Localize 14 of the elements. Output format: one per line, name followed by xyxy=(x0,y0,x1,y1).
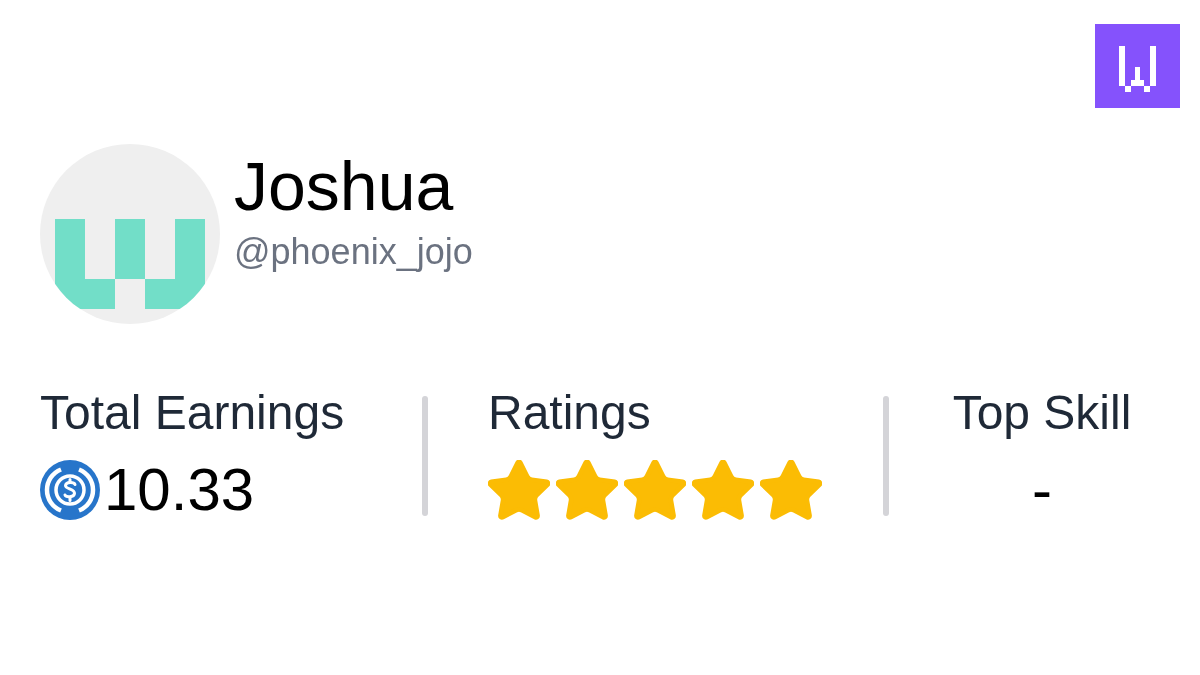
earnings-value: 10.33 xyxy=(104,460,255,520)
user-handle: @phoenix_jojo xyxy=(234,234,473,270)
star-icon xyxy=(692,460,754,520)
skill-value: - xyxy=(1032,460,1052,520)
stat-label: Ratings xyxy=(488,389,651,437)
dollar-coin-icon xyxy=(40,460,100,520)
user-name: Joshua xyxy=(234,152,455,220)
star-icon xyxy=(624,460,686,520)
star-icon xyxy=(760,460,822,520)
logo-icon xyxy=(1095,24,1180,108)
stat-label: Total Earnings xyxy=(40,389,345,437)
stat-label: Top Skill xyxy=(952,389,1132,437)
star-icon xyxy=(556,460,618,520)
star-icon xyxy=(488,460,550,520)
